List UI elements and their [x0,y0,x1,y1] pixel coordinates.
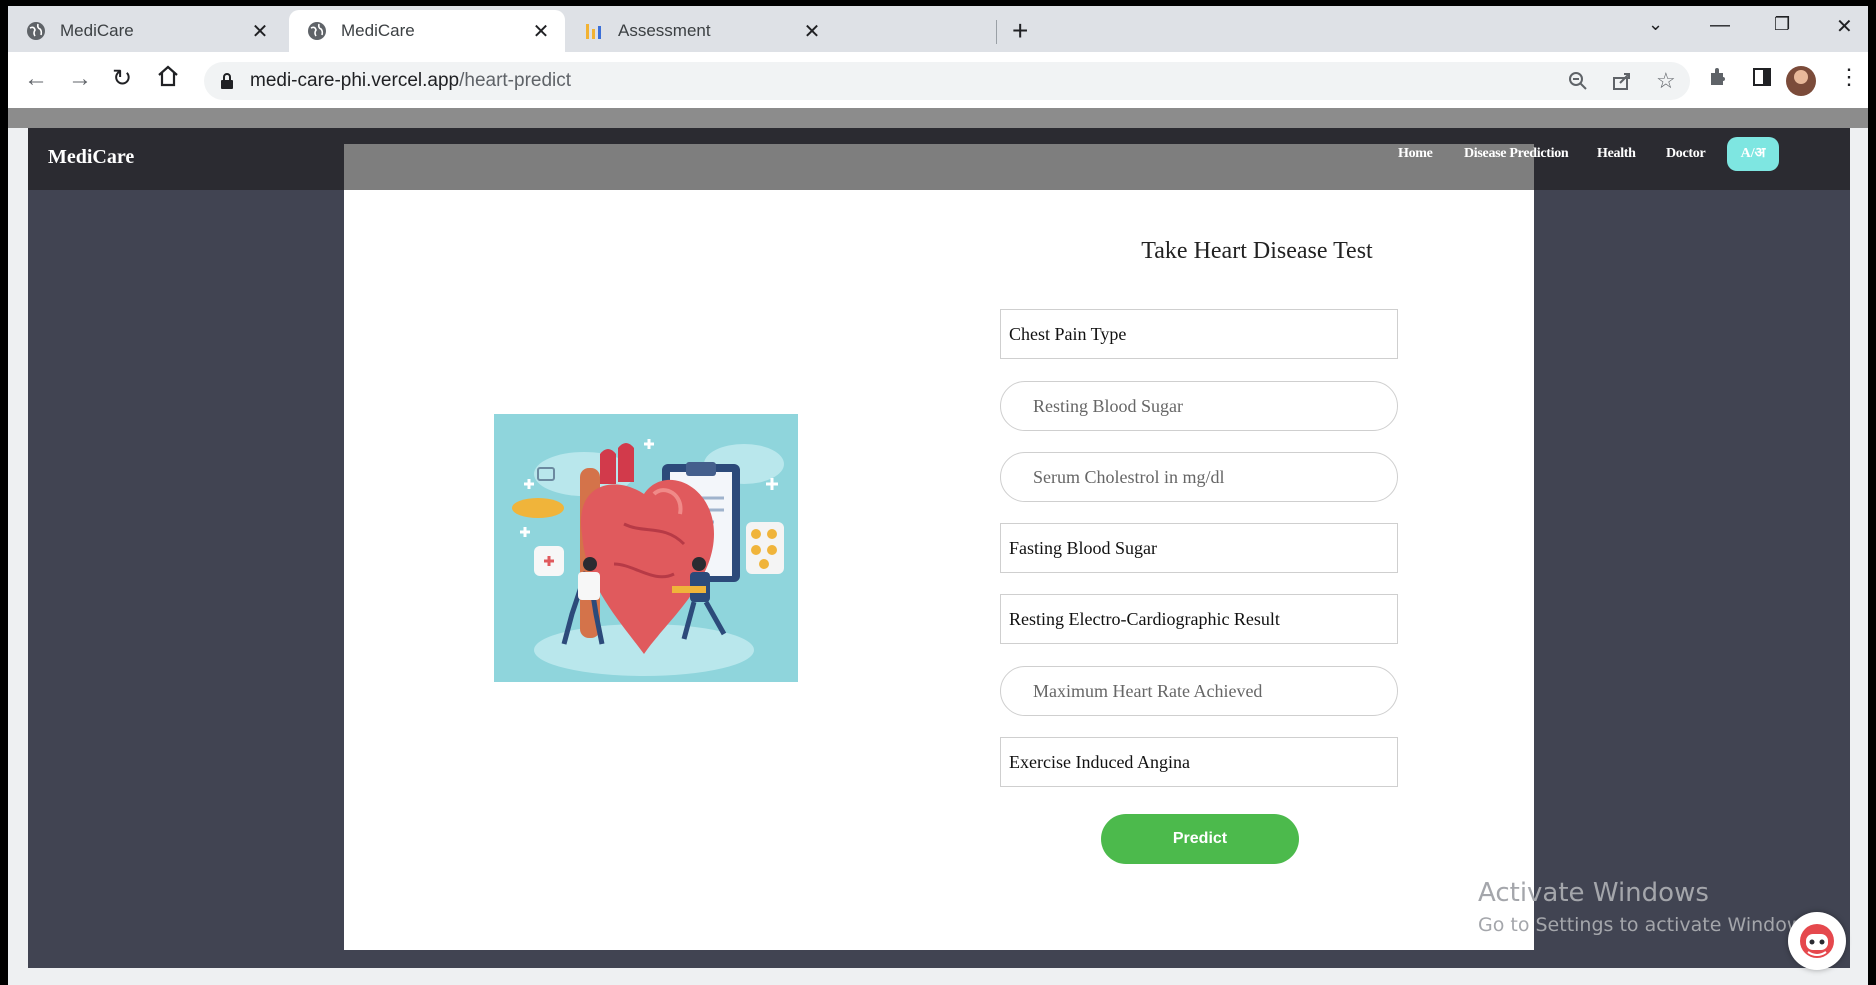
close-icon[interactable]: ✕ [250,19,270,44]
page-viewport: MediCare Take Heart Disease Test Chest P… [8,108,1868,985]
tab-medicare-2[interactable]: MediCare ✕ [289,10,565,52]
chatbot-icon [1800,924,1834,958]
resting-blood-sugar-input[interactable] [1000,381,1398,431]
new-tab-icon[interactable]: + [1012,16,1028,46]
tab-search-icon[interactable]: ⌄ [1648,14,1663,35]
site-body: MediCare Take Heart Disease Test Chest P… [28,128,1850,968]
bookmark-star-icon[interactable]: ☆ [1656,68,1676,94]
reload-icon[interactable]: ↻ [112,66,132,92]
menu-icon[interactable]: ⋮ [1838,64,1860,90]
chatbot-button[interactable] [1788,912,1846,970]
globe-icon [307,21,327,41]
site-brand[interactable]: MediCare [48,146,134,169]
heart-test-card: Take Heart Disease Test Predict [344,144,1534,950]
activate-windows-subtitle: Go to Settings to activate Windows. [1478,914,1819,936]
language-toggle-button[interactable]: A/अ [1727,137,1779,171]
nav-health[interactable]: Health [1597,146,1636,162]
max-heart-rate-input[interactable] [1000,666,1398,716]
window-close-icon[interactable]: ✕ [1836,14,1853,39]
minimize-icon[interactable]: — [1710,14,1730,37]
tab-title: MediCare [60,21,134,40]
browser-toolbar: ← → ↻ medi-care-phi.vercel.app/heart-pre… [8,52,1868,108]
chest-pain-type-input[interactable] [1000,309,1398,359]
side-panel-icon[interactable] [1752,67,1772,93]
tab-medicare-1[interactable]: MediCare ✕ [8,10,284,52]
fasting-blood-sugar-input[interactable] [1000,523,1398,573]
home-icon[interactable] [156,64,180,94]
resting-ecg-result-input[interactable] [1000,594,1398,644]
activate-windows-title: Activate Windows [1478,878,1709,908]
profile-avatar[interactable] [1786,66,1816,96]
close-icon[interactable]: ✕ [531,19,551,44]
nav-doctor[interactable]: Doctor [1666,146,1706,162]
tab-assessment[interactable]: Assessment ✕ [566,10,836,52]
back-icon[interactable]: ← [24,66,48,92]
bar-chart-icon [584,21,604,41]
restore-icon[interactable]: ❐ [1774,14,1790,35]
predict-button[interactable]: Predict [1101,814,1299,864]
extensions-icon[interactable] [1708,67,1728,93]
nav-disease-prediction[interactable]: Disease Prediction [1464,146,1569,162]
address-bar[interactable]: medi-care-phi.vercel.app/heart-predict ☆ [204,62,1690,100]
serum-cholestrol-input[interactable] [1000,452,1398,502]
globe-icon [26,21,46,41]
exercise-induced-angina-input[interactable] [1000,737,1398,787]
card-header-overlay [344,144,1534,190]
forward-icon[interactable]: → [68,66,92,92]
tab-title: MediCare [341,21,415,40]
tab-separator [996,20,997,44]
heart-illustration [494,414,798,682]
lock-icon [220,72,234,95]
tab-strip: MediCare ✕ MediCare ✕ Assessment ✕ + ⌄ —… [8,6,1868,52]
browser-window: MediCare ✕ MediCare ✕ Assessment ✕ + ⌄ —… [8,6,1868,985]
tab-title: Assessment [618,21,711,40]
close-icon[interactable]: ✕ [802,19,822,44]
page-top-strip [8,108,1868,128]
zoom-out-icon[interactable] [1568,71,1588,97]
url-text: medi-care-phi.vercel.app/heart-predict [250,70,572,91]
nav-home[interactable]: Home [1398,146,1433,162]
form-title: Take Heart Disease Test [1141,238,1373,264]
share-icon[interactable] [1612,71,1632,97]
